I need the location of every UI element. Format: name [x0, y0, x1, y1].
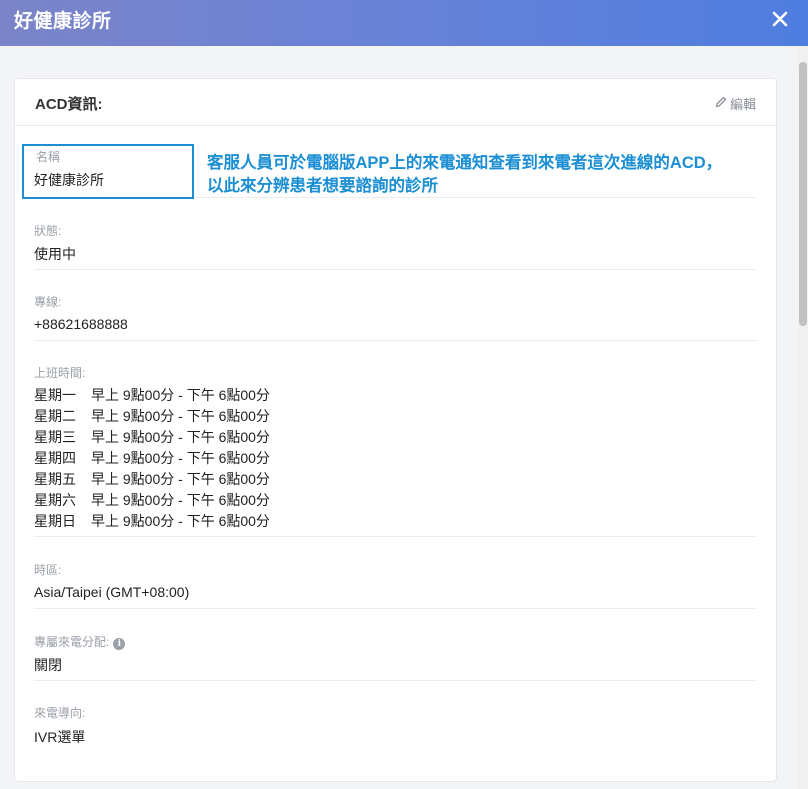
hours-time: 早上 9點00分 - 下午 6點00分 [91, 471, 270, 487]
hours-row: 星期六 早上 9點00分 - 下午 6點00分 [34, 490, 756, 511]
field-hours: 上班時間: 星期一 早上 9點00分 - 下午 6點00分 星期二 早上 9點00分… [34, 364, 756, 537]
close-icon[interactable] [768, 7, 792, 31]
annotation-line-2: 以此來分辨患者想要諮詢的診所 [207, 177, 438, 195]
field-dedicated-value: 關閉 [34, 657, 62, 673]
field-dedicated: 專屬來電分配: i 關閉 [34, 633, 756, 681]
hours-row: 星期二 早上 9點00分 - 下午 6點00分 [34, 406, 756, 427]
field-dedicated-label-text: 專屬來電分配: [34, 635, 110, 649]
annotation-line-1: 客服人員可於電腦版APP上的來電通知查看到來電者這次進線的ACD， [207, 154, 723, 172]
hours-time: 早上 9點00分 - 下午 6點00分 [91, 450, 270, 466]
hours-time: 早上 9點00分 - 下午 6點00分 [91, 429, 270, 445]
hours-time: 早上 9點00分 - 下午 6點00分 [91, 513, 270, 529]
scrollbar-thumb[interactable] [799, 62, 807, 326]
hours-row: 星期五 早上 9點00分 - 下午 6點00分 [34, 469, 756, 490]
hours-row: 星期一 早上 9點00分 - 下午 6點00分 [34, 385, 756, 406]
field-status: 狀態: 使用中 [34, 222, 756, 270]
annotation-text: 客服人員可於電腦版APP上的來電通知查看到來電者這次進線的ACD， 以此來分辨患… [207, 152, 722, 198]
info-icon[interactable]: i [113, 638, 126, 650]
modal-title: 好健康診所 [14, 10, 112, 32]
edit-button[interactable]: 編輯 [715, 94, 756, 113]
field-hours-label: 上班時間: [34, 366, 86, 380]
scrollbar[interactable] [798, 46, 808, 789]
field-timezone-label: 時區: [34, 563, 62, 577]
hours-day: 星期一 [34, 387, 76, 403]
field-line-value: +88621688888 [34, 316, 128, 332]
card-header: ACD資訊: 編輯 [15, 79, 776, 126]
field-timezone-value: Asia/Taipei (GMT+08:00) [34, 584, 190, 600]
hours-day: 星期三 [34, 429, 76, 445]
edit-label: 編輯 [729, 96, 756, 112]
hours-row: 星期三 早上 9點00分 - 下午 6點00分 [34, 427, 756, 448]
field-dedicated-label: 專屬來電分配: i [34, 633, 756, 650]
hours-time: 早上 9點00分 - 下午 6點00分 [91, 492, 270, 508]
hours-day: 星期二 [34, 408, 76, 424]
field-status-value: 使用中 [34, 246, 76, 262]
modal-header: 好健康診所 [0, 0, 808, 46]
field-routing-value: IVR選單 [34, 729, 86, 745]
hours-day: 星期六 [34, 492, 76, 508]
hours-day: 星期五 [34, 471, 76, 487]
field-routing-label: 來電導向: [34, 706, 86, 720]
field-line: 專線: +88621688888 [34, 293, 756, 341]
field-timezone: 時區: Asia/Taipei (GMT+08:00) [34, 561, 756, 609]
hours-time: 早上 9點00分 - 下午 6點00分 [91, 408, 270, 424]
field-routing: 來電導向: IVR選單 [34, 704, 756, 752]
highlight-box [22, 144, 194, 199]
card-title: ACD資訊: [35, 95, 103, 113]
hours-list: 星期一 早上 9點00分 - 下午 6點00分 星期二 早上 9點00分 - 下午 … [34, 385, 756, 532]
pencil-icon [715, 96, 727, 111]
hours-row: 星期四 早上 9點00分 - 下午 6點00分 [34, 448, 756, 469]
hours-day: 星期四 [34, 450, 76, 466]
hours-row: 星期日 早上 9點00分 - 下午 6點00分 [34, 511, 756, 532]
hours-time: 早上 9點00分 - 下午 6點00分 [91, 387, 270, 403]
field-status-label: 狀態: [34, 224, 62, 238]
field-line-label: 專線: [34, 295, 62, 309]
hours-day: 星期日 [34, 513, 76, 529]
